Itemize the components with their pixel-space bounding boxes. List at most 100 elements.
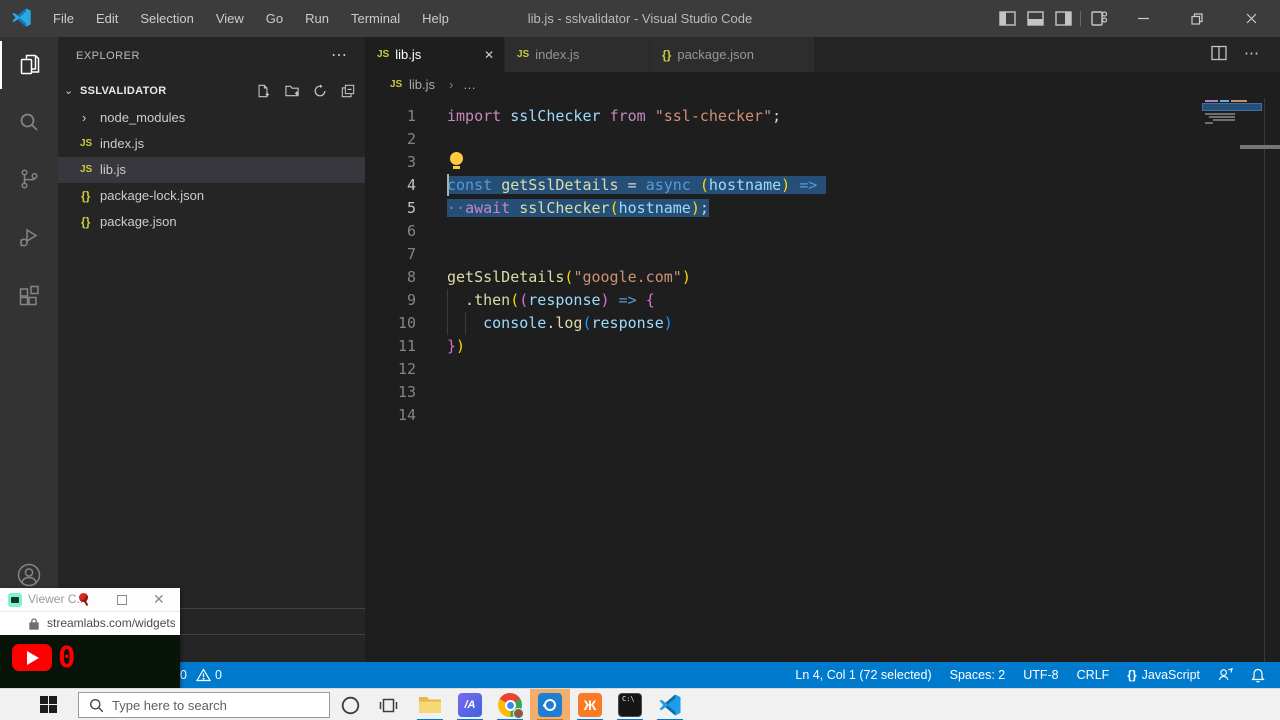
code-line-13[interactable]: 13 — [365, 381, 1264, 404]
taskbar-terminal[interactable]: C:\ — [610, 689, 650, 720]
breadcrumb-file[interactable]: lib.js — [409, 72, 435, 98]
code-line-6[interactable]: 6 — [365, 220, 1264, 243]
line-number: 1 — [365, 105, 447, 128]
vscode-icon — [658, 693, 682, 717]
code-line-1[interactable]: 1import sslChecker from "ssl-checker"; — [365, 105, 1264, 128]
language-indicator[interactable]: {}JavaScript — [1118, 662, 1209, 688]
split-editor-icon[interactable] — [1210, 44, 1228, 62]
taskbar-vscode[interactable] — [650, 689, 690, 720]
chrome-icon — [498, 693, 522, 717]
restore-button[interactable] — [1174, 0, 1220, 37]
folder-section-header[interactable]: ⌄ SSLVALIDATOR — [58, 79, 365, 103]
code-line-5[interactable]: 5··await sslChecker(hostname); — [365, 197, 1264, 220]
viewer-count-window[interactable]: Viewer C... ✕ streamlabs.com/widgets/...… — [0, 588, 180, 688]
minimap-mark — [1205, 100, 1218, 102]
line-number: 12 — [365, 358, 447, 381]
code-line-14[interactable]: 14 — [365, 404, 1264, 427]
run-debug-icon[interactable] — [0, 213, 58, 261]
tab-close-icon[interactable]: ✕ — [484, 48, 494, 62]
code-line-3[interactable]: 3 — [365, 151, 1264, 174]
refresh-icon[interactable] — [311, 83, 329, 99]
taskbar-file-explorer[interactable] — [410, 689, 450, 720]
tree-item-index.js[interactable]: JSindex.js — [58, 131, 365, 157]
new-folder-icon[interactable] — [283, 83, 301, 99]
taskbar-slash-app[interactable]: /A — [450, 689, 490, 720]
overlay-restore-icon[interactable] — [117, 595, 127, 605]
new-file-icon[interactable] — [254, 83, 272, 99]
code-line-8[interactable]: 8getSslDetails("google.com") — [365, 266, 1264, 289]
overlay-titlebar[interactable]: Viewer C... ✕ — [0, 588, 180, 612]
editor-more-actions-icon[interactable]: ⋯ — [1244, 44, 1259, 62]
lightbulb-icon[interactable] — [450, 152, 463, 169]
taskbar-search-box[interactable]: Type here to search — [78, 692, 330, 718]
close-button[interactable] — [1228, 0, 1274, 37]
explorer-icon[interactable] — [0, 41, 58, 89]
taskbar-streamlabs[interactable] — [530, 689, 570, 720]
file-name: index.js — [100, 131, 144, 157]
menu-file[interactable]: File — [42, 0, 85, 37]
warnings-count: 0 — [215, 668, 222, 682]
toggle-panel-icon[interactable] — [1024, 8, 1046, 28]
collapse-folders-icon[interactable] — [339, 83, 357, 99]
toggle-secondary-sidebar-icon[interactable] — [1052, 8, 1074, 28]
tab-lib.js[interactable]: JSlib.js✕ — [365, 37, 505, 72]
breadcrumb-js-icon: JS — [390, 72, 402, 98]
code-line-4[interactable]: 4const getSslDetails = async (hostname) … — [365, 174, 1264, 197]
task-view-button[interactable] — [368, 689, 408, 720]
tab-package.json[interactable]: {}package.json — [650, 37, 815, 72]
menu-edit[interactable]: Edit — [85, 0, 129, 37]
notifications-bell-icon[interactable] — [1242, 662, 1274, 688]
status-item-label: Spaces: 2 — [950, 668, 1006, 682]
minimap-mark — [1209, 116, 1235, 118]
overlay-url-bar[interactable]: streamlabs.com/widgets/... — [0, 612, 180, 635]
source-control-icon[interactable] — [0, 155, 58, 203]
menu-view[interactable]: View — [205, 0, 255, 37]
chrome-profile-avatar — [513, 708, 524, 719]
breadcrumb[interactable]: JS lib.js › … — [365, 72, 1280, 98]
line-content: console.log(response) — [447, 314, 673, 332]
tab-index.js[interactable]: JS index.js — [505, 37, 650, 72]
menu-selection[interactable]: Selection — [129, 0, 204, 37]
js-file-icon: JS — [517, 49, 529, 60]
activity-bar — [0, 37, 58, 662]
taskbar-chrome[interactable] — [490, 689, 530, 720]
tree-item-package-lock.json[interactable]: {}package-lock.json — [58, 183, 365, 209]
line-number: 7 — [365, 243, 447, 266]
code-line-11[interactable]: 11}) — [365, 335, 1264, 358]
cortana-button[interactable] — [330, 689, 370, 720]
breadcrumb-symbol[interactable]: … — [463, 72, 476, 98]
search-icon[interactable] — [0, 98, 58, 146]
eol-indicator[interactable]: CRLF — [1068, 662, 1119, 688]
overlay-url-text[interactable]: streamlabs.com/widgets/... — [47, 616, 175, 630]
toggle-sidebar-icon[interactable] — [996, 8, 1018, 28]
code-line-7[interactable]: 7 — [365, 243, 1264, 266]
start-button[interactable] — [0, 689, 76, 720]
scrollbar-track[interactable] — [1264, 98, 1265, 662]
customize-layout-icon[interactable] — [1088, 8, 1110, 28]
overlay-close-icon[interactable]: ✕ — [153, 591, 165, 608]
breadcrumb-chevron-icon: › — [449, 72, 453, 98]
js-file-icon: JS — [377, 49, 389, 60]
tree-item-lib.js[interactable]: JSlib.js — [58, 157, 365, 183]
menu-go[interactable]: Go — [255, 0, 294, 37]
indentation-indicator[interactable]: Spaces: 2 — [941, 662, 1015, 688]
extensions-icon[interactable] — [0, 272, 58, 320]
code-line-2[interactable]: 2 — [365, 128, 1264, 151]
minimize-button[interactable] — [1120, 0, 1166, 37]
code-editor[interactable]: 1import sslChecker from "ssl-checker";23… — [365, 98, 1264, 662]
tree-item-node_modules[interactable]: ›node_modules — [58, 105, 365, 131]
code-line-12[interactable]: 12 — [365, 358, 1264, 381]
minimap[interactable] — [1203, 98, 1264, 658]
code-line-10[interactable]: 10 console.log(response) — [365, 312, 1264, 335]
code-line-9[interactable]: 9 .then((response) => { — [365, 289, 1264, 312]
tab-label: index.js — [535, 47, 579, 62]
feedback-icon-item[interactable] — [1209, 662, 1242, 688]
line-content: ··await sslChecker(hostname); — [447, 199, 709, 217]
overlay-widget-content: 0 — [0, 635, 180, 688]
status-item-label: CRLF — [1077, 668, 1110, 682]
tree-item-package.json[interactable]: {}package.json — [58, 209, 365, 235]
taskbar-xampp[interactable]: Ж — [570, 689, 610, 720]
cursor-position-indicator[interactable]: Ln 4, Col 1 (72 selected) — [786, 662, 940, 688]
encoding-indicator[interactable]: UTF-8 — [1014, 662, 1067, 688]
explorer-more-actions-icon[interactable]: ⋯ — [331, 45, 347, 65]
